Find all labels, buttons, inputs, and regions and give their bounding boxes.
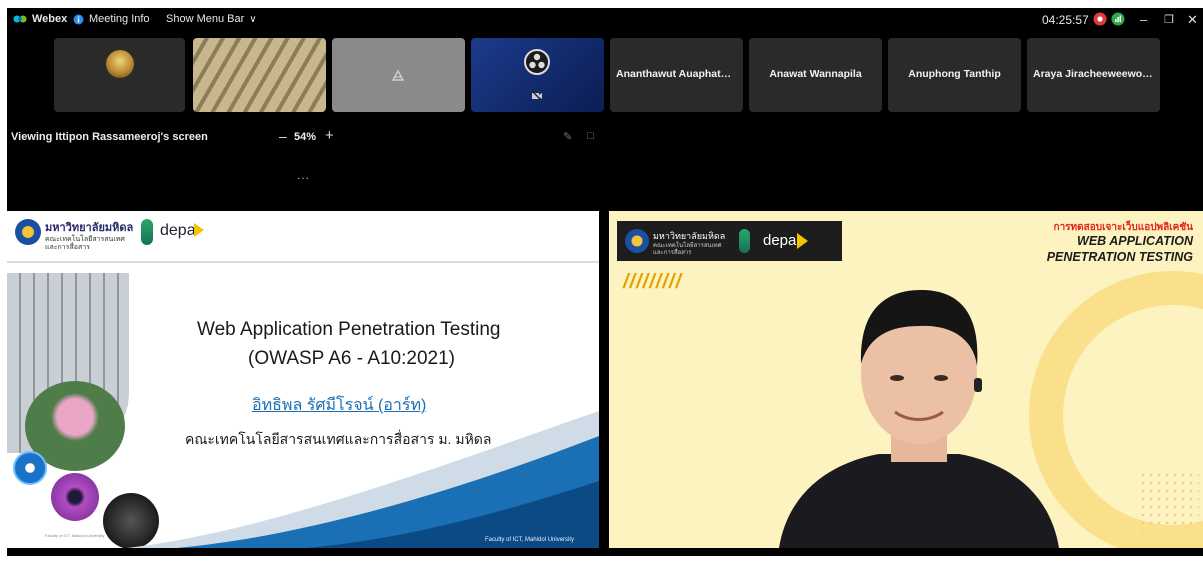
screen-share-bar: Viewing Ittipon Rassameeroj's screen – 5… [7,126,607,148]
header-divider [7,261,599,263]
university-logo: มหาวิทยาลัยมหิดล คณะเทคโนโลยีสารสนเทศ แล… [45,218,133,252]
show-menu-bar-label: Show Menu Bar [166,13,245,25]
participant-tile[interactable] [471,38,604,112]
minimize-icon[interactable]: – [1140,12,1147,27]
connection-status-icon[interactable] [1111,12,1125,26]
participant-tile[interactable]: Araya Jiracheeweewong [1027,38,1160,112]
depa-arrow-icon [194,223,204,237]
faculty-line2: และการสื่อสาร [45,244,90,251]
app-name: Webex [32,13,68,25]
slide-title-line2: (OWASP A6 - A10:2021) [248,348,455,369]
avatar [106,50,134,78]
university-name: มหาวิทยาลัยมหิดล [45,222,134,234]
recording-indicator-icon[interactable] [1093,12,1107,26]
show-menu-bar-button[interactable]: Show Menu Bar ∨ [166,13,257,25]
annotate-icon[interactable]: ✎ [563,130,572,143]
faculty-line2: และการสื่อสาร [653,250,692,256]
mahidol-seal-icon [625,229,649,253]
user-placeholder-icon [391,69,405,81]
speaker-video[interactable]: มหาวิทยาลัยมหิดล คณะเทคโนโลยีสารสนเทศ แล… [609,211,1203,548]
university-name: มหาวิทยาลัยมหิดล [653,231,726,241]
mahidol-seal-icon [15,219,41,245]
stripe-decoration: ///////// [623,271,683,293]
title-bar: Webex Meeting Info Show Menu Bar ∨ 04:25… [7,8,1203,32]
webex-menu[interactable]: Webex [13,13,67,25]
participant-name: Araya Jiracheeweewong [1033,68,1155,80]
meeting-info-label: Meeting Info [89,13,150,25]
logo-banner: มหาวิทยาลัยมหิดล คณะเทคโนโลยีสารสนเทศ แล… [617,221,842,261]
university-logo: มหาวิทยาลัยมหิดล คณะเทคโนโลยีสารสนเทศ แล… [653,229,725,257]
heading-line2: PENETRATION TESTING [1046,250,1193,264]
shared-slide: มหาวิทยาลัยมหิดล คณะเทคโนโลยีสารสนเทศ แล… [7,211,599,548]
viewing-label: Viewing Ittipon Rassameeroj's screen [11,131,208,143]
ict-logo-icon [739,229,750,253]
faculty-line1: คณะเทคโนโลยีสารสนเทศ [653,243,722,249]
participant-tile[interactable] [54,38,185,112]
participant-name: Anawat Wannapila [769,68,862,80]
participant-tile[interactable]: Ananthawut Auaphatha... [610,38,743,112]
depa-arrow-icon [797,233,808,249]
pop-out-icon[interactable]: □ [587,130,594,142]
zoom-level: 54% [294,131,317,143]
thai-heading: การทดสอบเจาะเว็บแอปพลิเคชัน [1053,222,1193,233]
share-more-options[interactable]: ... [297,168,310,182]
chevron-down-icon: ∨ [249,13,257,25]
info-icon [73,14,84,24]
depa-logo: depa [160,222,196,239]
participant-name: Ananthawut Auaphatha... [616,68,742,80]
participant-tile[interactable]: Anawat Wannapila [749,38,882,112]
participant-video-tile[interactable] [193,38,326,112]
faculty-line1: คณะเทคโนโลยีสารสนเทศ [45,236,125,243]
slide-swoosh-decoration [127,411,599,548]
participant-tile[interactable]: Anuphong Tanthip [888,38,1021,112]
muted-video-icon [531,90,543,102]
restore-icon[interactable]: ❐ [1164,13,1174,26]
obs-logo-icon [524,49,550,75]
slide-footer: Faculty of ICT, Mahidol University [485,537,575,543]
zoom-out-button[interactable]: – [279,128,287,144]
participant-tile[interactable] [332,38,465,112]
participant-name: Anuphong Tanthip [908,68,1001,80]
meeting-timer: 04:25:57 [1042,13,1089,27]
ict-logo-icon [141,219,153,245]
heading-line1: WEB APPLICATION [1077,234,1193,248]
speaker-figure [779,290,1059,548]
webex-window: Webex Meeting Info Show Menu Bar ∨ 04:25… [7,8,1203,556]
zoom-in-button[interactable]: + [325,127,334,144]
slide-title-line1: Web Application Penetration Testing [197,319,501,340]
bg-dots-decoration [1139,471,1199,531]
webex-logo-icon [13,15,27,23]
close-icon[interactable]: ✕ [1187,12,1198,28]
meeting-info-button[interactable]: Meeting Info [73,13,150,25]
depa-logo: depa [763,232,797,249]
